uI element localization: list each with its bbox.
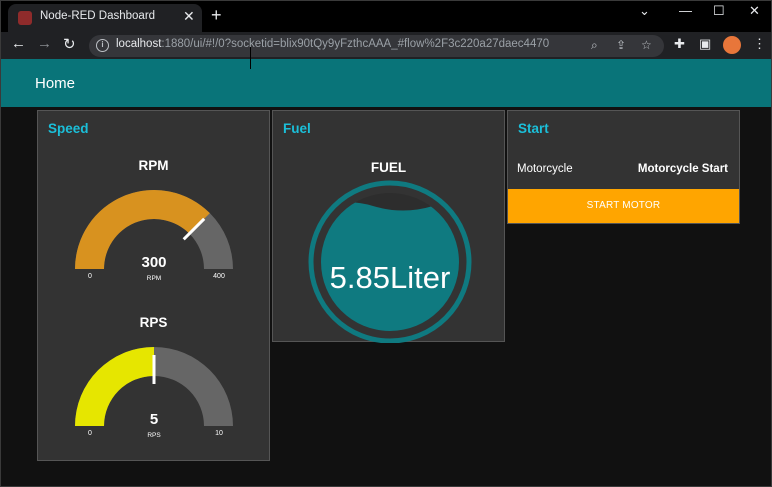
reload-icon[interactable]: ↻ xyxy=(63,35,76,53)
url-host: localhost xyxy=(116,38,162,50)
start-motor-button[interactable]: START MOTOR xyxy=(508,189,739,223)
fuel-level-value: 5.85Liter xyxy=(330,260,451,295)
node-red-favicon-icon xyxy=(18,11,32,25)
rps-gauge-fill xyxy=(75,347,154,426)
rps-gauge-title: RPS xyxy=(139,315,168,330)
back-arrow-icon[interactable]: ← xyxy=(11,35,26,52)
browser-tab[interactable]: Node-RED Dashboard ✕ xyxy=(8,4,202,32)
rpm-min-label: 0 xyxy=(88,273,92,280)
fuel-group: Fuel FUEL 5.85Liter xyxy=(272,110,505,343)
speed-group: Speed RPM 300 RPM 0 400 RPS 5 RPS 0 10 xyxy=(37,110,270,461)
bookmark-star-icon[interactable]: ☆ xyxy=(641,38,652,52)
share-icon[interactable]: ⇪ xyxy=(616,38,626,52)
address-bar[interactable]: i localhost:1880/ui/#!/0?socketid=blix90… xyxy=(89,35,664,57)
tab-title: Node-RED Dashboard xyxy=(40,10,156,22)
menu-kebab-icon[interactable]: ⋮ xyxy=(753,36,766,52)
rps-min-label: 0 xyxy=(88,430,92,437)
close-tab-icon[interactable]: ✕ xyxy=(183,8,195,25)
text-cursor xyxy=(250,47,251,69)
rps-max-label: 10 xyxy=(215,430,223,437)
maximize-icon[interactable]: ☐ xyxy=(713,3,725,19)
side-panel-icon[interactable]: ▣ xyxy=(699,36,711,52)
speed-group-title: Speed xyxy=(48,121,89,136)
browser-toolbar: ← → ↻ i localhost:1880/ui/#!/0?socketid=… xyxy=(1,32,771,59)
rps-units: RPS xyxy=(147,432,161,439)
new-tab-icon[interactable]: + xyxy=(211,5,222,26)
motorcycle-label: Motorcycle xyxy=(517,163,573,175)
dashboard-header: Home xyxy=(1,59,771,107)
motorcycle-status-value: Motorcycle Start xyxy=(637,163,728,175)
start-group-title: Start xyxy=(518,121,549,136)
fuel-level-gauge: 5.85Liter xyxy=(308,180,472,343)
tab-strip: Node-RED Dashboard ✕ + ⌄ — ☐ ✕ xyxy=(1,1,771,32)
site-info-icon[interactable]: i xyxy=(96,39,109,52)
rpm-gauge-title: RPM xyxy=(138,158,169,173)
rpm-gauge: 300 RPM 0 400 xyxy=(75,190,233,282)
fuel-level-title: FUEL xyxy=(370,160,407,175)
rps-value: 5 xyxy=(150,411,158,428)
rpm-max-label: 400 xyxy=(213,273,225,280)
forward-arrow-icon[interactable]: → xyxy=(37,35,52,52)
url-text[interactable]: localhost:1880/ui/#!/0?socketid=blix90tQ… xyxy=(116,38,549,50)
rpm-units: RPM xyxy=(147,275,161,282)
start-group: Start Motorcycle Motorcycle Start START … xyxy=(507,110,740,224)
close-window-icon[interactable]: ✕ xyxy=(749,3,760,19)
rps-gauge: 5 RPS 0 10 xyxy=(75,347,233,439)
rpm-value: 300 xyxy=(141,254,166,271)
minimize-icon[interactable]: — xyxy=(679,3,692,18)
tab-search-chevron-icon[interactable]: ⌄ xyxy=(639,3,650,19)
profile-avatar[interactable] xyxy=(723,36,741,54)
url-path: :1880/ui/#!/0?socketid=blix90tQy9yFzthcA… xyxy=(161,38,550,50)
fuel-group-title: Fuel xyxy=(283,121,311,136)
browser-window: Node-RED Dashboard ✕ + ⌄ — ☐ ✕ ← → ↻ i l… xyxy=(0,0,772,487)
zoom-icon[interactable]: ⌕ xyxy=(591,38,598,53)
page-title: Home xyxy=(35,75,76,92)
extensions-puzzle-icon[interactable]: ✚ xyxy=(674,36,685,52)
